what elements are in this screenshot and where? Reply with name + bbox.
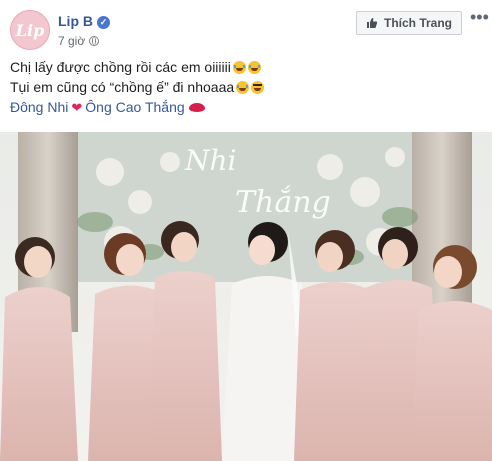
page-name-text[interactable]: Lip B	[58, 13, 93, 29]
grinning-emoji	[251, 81, 265, 94]
lipb-logo: Lip	[15, 20, 45, 40]
page-name[interactable]: Lip B ✓	[58, 13, 110, 29]
laughing-emoji	[236, 81, 250, 94]
post-header: Lip Lip B ✓ 7 giờ Thích Trang •••	[0, 0, 492, 56]
tag-dong-nhi[interactable]: Đông Nhi	[10, 99, 68, 115]
post-photo[interactable]: Nhi Thắng	[0, 132, 492, 461]
caption-line-1: Chị lấy được chồng rồi các em oiiiiii	[10, 57, 480, 77]
laughing-emoji	[232, 61, 246, 74]
caption-line-2: Tụi em cũng có “chồng ế” đi nhoaaa	[10, 77, 480, 97]
tag-line: Đông Nhi ❤ Ông Cao Thắng	[10, 97, 480, 118]
heart-emoji: ❤	[71, 100, 83, 115]
sign-text-1: Nhi	[184, 144, 237, 177]
more-icon[interactable]: •••	[470, 8, 489, 31]
timestamp[interactable]: 7 giờ	[58, 34, 85, 48]
verified-icon: ✓	[97, 16, 110, 29]
post-meta: 7 giờ	[58, 34, 100, 48]
like-page-button[interactable]: Thích Trang	[356, 11, 462, 35]
sign-text-2: Thắng	[235, 185, 331, 220]
thumbs-up-icon	[366, 18, 378, 28]
page-avatar[interactable]: Lip	[10, 10, 50, 50]
globe-icon	[89, 36, 100, 46]
caption-line-2-text: Tụi em cũng có “chồng ế” đi nhoaaa	[10, 79, 235, 95]
post-caption: Chị lấy được chồng rồi các em oiiiiii Tụ…	[10, 57, 480, 118]
caption-line-1-text: Chị lấy được chồng rồi các em oiiiiii	[10, 59, 231, 75]
facebook-post: Lip Lip B ✓ 7 giờ Thích Trang ••• Chị lấy…	[0, 0, 492, 461]
wedding-photo: Nhi Thắng	[0, 132, 492, 461]
like-page-label: Thích Trang	[383, 16, 452, 30]
lips-emoji	[188, 103, 205, 112]
laughing-emoji	[247, 61, 261, 74]
tag-ong-cao-thang[interactable]: Ông Cao Thắng	[85, 99, 184, 115]
